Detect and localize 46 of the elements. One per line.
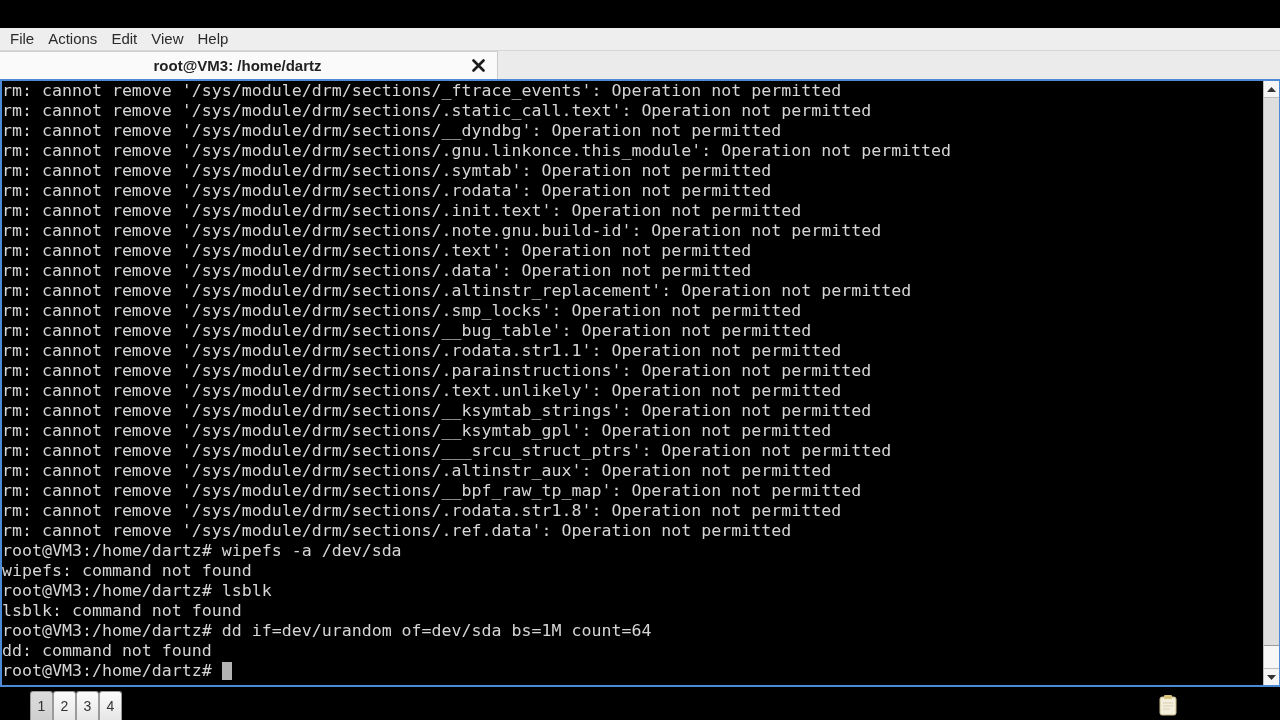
terminal-line: rm: cannot remove '/sys/module/drm/sections/.smp_locks': Operation not permitted bbox=[2, 301, 802, 321]
terminal-line: rm: cannot remove '/sys/module/drm/sections/.note.gnu.build-id': Operation not permitted bbox=[2, 221, 882, 241]
terminal-line: lsblk: command not found bbox=[2, 601, 242, 621]
terminal-line: rm: cannot remove '/sys/module/drm/sections/__ksymtab_gpl': Operation not permitted bbox=[2, 421, 832, 441]
workspace-button[interactable]: 1 bbox=[30, 691, 53, 720]
terminal-line: wipefs: command not found bbox=[2, 561, 252, 581]
terminal-line: rm: cannot remove '/sys/module/drm/sections/.rodata': Operation not permitted bbox=[2, 181, 772, 201]
terminal-line: dd: command not found bbox=[2, 641, 212, 661]
menu-item[interactable]: Edit bbox=[104, 29, 145, 49]
terminal-line: rm: cannot remove '/sys/module/drm/sections/.altinstr_replacement': Operation not permitted bbox=[2, 281, 912, 301]
terminal-line: rm: cannot remove '/sys/module/drm/sections/.rodata.str1.1': Operation not permitted bbox=[2, 341, 842, 361]
workspace-button[interactable]: 3 bbox=[76, 691, 99, 720]
up-triangle-icon bbox=[1267, 86, 1276, 92]
terminal-line: rm: cannot remove '/sys/module/drm/sections/.ref.data': Operation not permitted bbox=[2, 521, 792, 541]
terminal-line: rm: cannot remove '/sys/module/drm/sections/.symtab': Operation not permitted bbox=[2, 161, 772, 181]
close-icon[interactable] bbox=[472, 59, 485, 72]
terminal-tab[interactable]: root@VM3: /home/dartz bbox=[0, 51, 498, 79]
clipboard-icon[interactable] bbox=[1158, 694, 1178, 716]
down-triangle-icon bbox=[1267, 674, 1276, 680]
terminal-line: root@VM3:/home/dartz# lsblk bbox=[2, 581, 272, 601]
terminal-line: rm: cannot remove '/sys/module/drm/sections/.data': Operation not permitted bbox=[2, 261, 752, 281]
menu-item[interactable]: View bbox=[144, 29, 191, 49]
terminal-line: rm: cannot remove '/sys/module/drm/sections/.parainstructions': Operation not permitted bbox=[2, 361, 872, 381]
terminal-line: rm: cannot remove '/sys/module/drm/sections/.rodata.str1.8': Operation not permitted bbox=[2, 501, 842, 521]
terminal-line: rm: cannot remove '/sys/module/drm/sections/.gnu.linkonce.this_module': Operation not permitted bbox=[2, 141, 952, 161]
terminal-line: rm: cannot remove '/sys/module/drm/sections/_ftrace_events': Operation not permitted bbox=[2, 81, 842, 101]
menu-item[interactable]: File bbox=[3, 29, 42, 49]
terminal-line: rm: cannot remove '/sys/module/drm/sections/.static_call.text': Operation not permitted bbox=[2, 101, 872, 121]
scroll-down-button[interactable] bbox=[1264, 668, 1279, 685]
terminal-line: rm: cannot remove '/sys/module/drm/sections/__ksymtab_strings': Operation not permitted bbox=[2, 401, 872, 421]
menu-item[interactable]: Help bbox=[190, 29, 236, 49]
terminal-line: rm: cannot remove '/sys/module/drm/sections/__dyndbg': Operation not permitted bbox=[2, 121, 782, 141]
terminal-line: rm: cannot remove '/sys/module/drm/sections/___srcu_struct_ptrs': Operation not permitted bbox=[2, 441, 892, 461]
menu-item[interactable]: Actions bbox=[41, 29, 105, 49]
terminal-line: rm: cannot remove '/sys/module/drm/sections/__bpf_raw_tp_map': Operation not permitted bbox=[2, 481, 862, 501]
terminal-line: rm: cannot remove '/sys/module/drm/sections/__bug_table': Operation not permitted bbox=[2, 321, 812, 341]
terminal-line: rm: cannot remove '/sys/module/drm/sections/.text.unlikely': Operation not permitted bbox=[2, 381, 842, 401]
scroll-up-button[interactable] bbox=[1264, 81, 1279, 98]
terminal-line: root@VM3:/home/dartz# wipefs -a /dev/sda bbox=[2, 541, 402, 561]
terminal-line: rm: cannot remove '/sys/module/drm/sections/.init.text': Operation not permitted bbox=[2, 201, 802, 221]
terminal-line: root@VM3:/home/dartz# bbox=[2, 661, 212, 681]
workspace-button[interactable]: 4 bbox=[99, 691, 122, 720]
terminal-line: rm: cannot remove '/sys/module/drm/sections/.text': Operation not permitted bbox=[2, 241, 752, 261]
workspace-button[interactable]: 2 bbox=[53, 691, 76, 720]
terminal-line: root@VM3:/home/dartz# dd if=dev/urandom of=dev/sda bs=1M count=64 bbox=[2, 621, 652, 641]
terminal-line: rm: cannot remove '/sys/module/drm/sections/.altinstr_aux': Operation not permitted bbox=[2, 461, 832, 481]
